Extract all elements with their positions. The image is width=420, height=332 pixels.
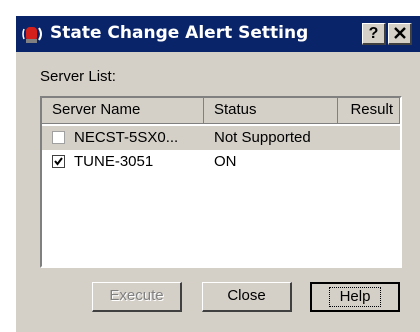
help-title-button[interactable]: ? [362,23,386,45]
execute-button[interactable]: Execute [92,282,182,312]
alert-light-icon [22,27,42,43]
column-header-server-name[interactable]: Server Name [42,98,204,124]
window-title: State Change Alert Setting [50,23,309,43]
column-header-result[interactable]: Result [338,98,400,124]
server-list[interactable]: Server Name Status Result NECST-5SX0... … [40,96,402,268]
title-bar[interactable]: State Change Alert Setting ? [16,16,420,52]
server-status: Not Supported [214,129,311,146]
list-item[interactable]: TUNE-3051 ON [42,150,400,174]
server-name: NECST-5SX0... [74,129,179,146]
row-checkbox[interactable] [52,155,65,168]
server-status: ON [214,153,237,170]
help-button-label: Help [328,287,382,307]
server-list-label: Server List: [40,68,116,85]
dialog-window: State Change Alert Setting ? Server List… [14,14,420,332]
close-icon [393,27,406,39]
close-button[interactable]: Close [202,282,292,312]
server-name: TUNE-3051 [74,153,154,170]
help-button[interactable]: Help [310,282,400,312]
column-header-status[interactable]: Status [204,98,338,124]
row-checkbox[interactable] [52,131,65,144]
list-item[interactable]: NECST-5SX0... Not Supported [42,126,400,150]
close-title-button[interactable] [388,23,412,45]
checkmark-icon [54,157,63,166]
